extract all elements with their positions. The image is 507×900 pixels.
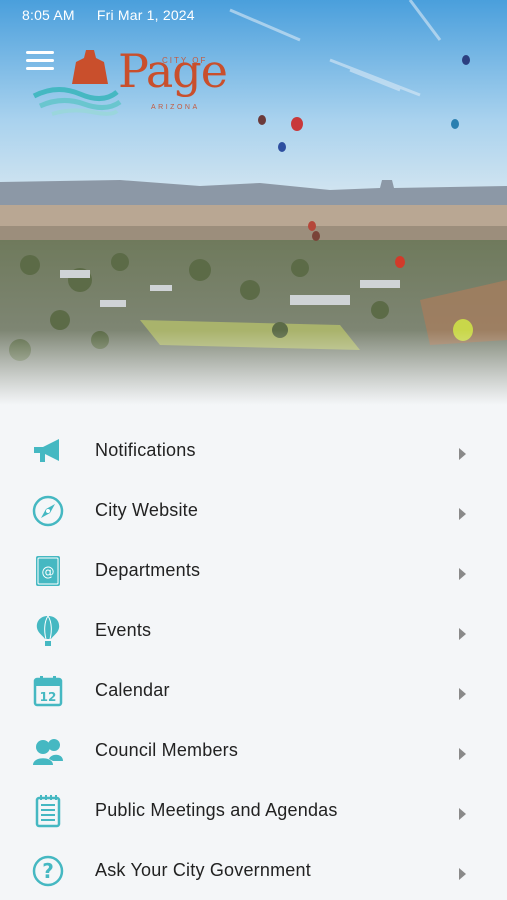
logo-page: Page xyxy=(118,44,228,98)
menu-item-notifications[interactable]: Notifications xyxy=(0,420,507,480)
menu-item-calendar[interactable]: 12 Calendar xyxy=(0,660,507,720)
menu-item-city-website[interactable]: City Website xyxy=(0,480,507,540)
chevron-right-icon xyxy=(459,808,466,820)
menu-item-departments[interactable]: @ Departments xyxy=(0,540,507,600)
svg-text:12: 12 xyxy=(40,690,57,704)
people-icon xyxy=(33,739,63,765)
menu-item-public-meetings[interactable]: Public Meetings and Agendas xyxy=(0,780,507,840)
hot-air-balloon-icon xyxy=(36,615,60,646)
chevron-right-icon xyxy=(459,568,466,580)
menu-item-ask-city-government[interactable]: ? Ask Your City Government xyxy=(0,840,507,900)
chevron-right-icon xyxy=(459,508,466,520)
status-bar: 8:05 AM Fri Mar 1, 2024 xyxy=(22,7,213,23)
logo-arizona: ARIZONA xyxy=(151,104,200,111)
chevron-right-icon xyxy=(459,628,466,640)
menu-label: Public Meetings and Agendas xyxy=(95,800,338,820)
directory-icon: @ xyxy=(36,556,60,586)
question-icon: ? xyxy=(32,855,64,887)
svg-text:?: ? xyxy=(42,859,54,883)
megaphone-icon xyxy=(34,439,59,462)
status-time: 8:05 AM xyxy=(22,7,75,23)
chevron-right-icon xyxy=(459,748,466,760)
hero-banner: 8:05 AM Fri Mar 1, 2024 CITY OF Page ARI… xyxy=(0,0,507,405)
menu-label: Events xyxy=(95,620,152,640)
calendar-icon: 12 xyxy=(33,676,63,707)
menu-item-council-members[interactable]: Council Members xyxy=(0,720,507,780)
chevron-right-icon xyxy=(459,868,466,880)
menu-label: Calendar xyxy=(95,680,170,700)
menu-label: City Website xyxy=(95,500,199,520)
menu-label: Council Members xyxy=(95,740,239,760)
city-logo: CITY OF Page ARIZONA xyxy=(32,44,228,120)
menu-label: Notifications xyxy=(95,440,196,460)
chevron-right-icon xyxy=(459,688,466,700)
chevron-right-icon xyxy=(459,448,466,460)
svg-text:@: @ xyxy=(42,565,55,580)
menu-label: Departments xyxy=(95,560,201,580)
menu-label: Ask Your City Government xyxy=(95,860,311,880)
mesa-waves-emblem xyxy=(32,50,122,116)
menu-item-events[interactable]: Events xyxy=(0,600,507,660)
main-menu: Notifications City Website @ Departments… xyxy=(0,420,507,900)
status-date: Fri Mar 1, 2024 xyxy=(96,7,195,23)
compass-icon xyxy=(32,495,64,527)
document-icon xyxy=(35,795,61,828)
